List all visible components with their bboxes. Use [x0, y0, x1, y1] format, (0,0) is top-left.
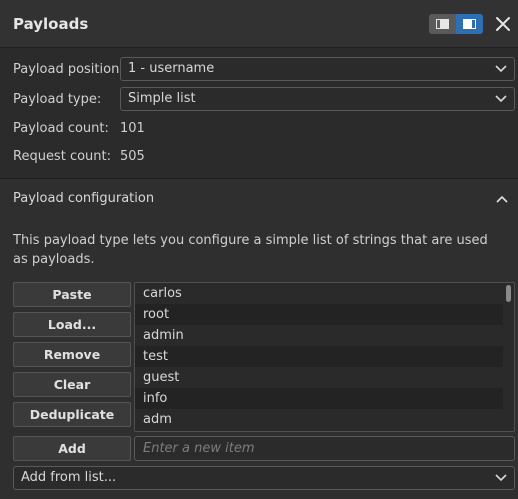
section-description: This payload type lets you configure a s…	[13, 233, 488, 267]
payload-position-label: Payload position:	[13, 62, 124, 77]
add-from-list-select[interactable]: Add from list...	[13, 466, 515, 490]
payload-list[interactable]: carlos root admin test guest info adm	[134, 282, 515, 432]
layout-left-toggle[interactable]	[429, 14, 456, 34]
layout-toggle[interactable]	[429, 14, 483, 34]
panel-title: Payloads	[13, 15, 89, 33]
payload-type-value: Simple list	[128, 91, 196, 106]
list-item[interactable]: carlos	[135, 283, 503, 304]
request-count-label: Request count:	[13, 149, 111, 164]
payload-count-value: 101	[120, 121, 145, 136]
payload-position-select[interactable]: 1 - username	[120, 57, 515, 81]
clear-button[interactable]: Clear	[13, 372, 131, 397]
remove-button[interactable]: Remove	[13, 342, 131, 367]
chevron-down-icon	[495, 474, 507, 482]
list-scrollbar[interactable]	[504, 283, 513, 431]
payload-count-label: Payload count:	[13, 121, 109, 136]
deduplicate-button[interactable]: Deduplicate	[13, 402, 131, 427]
list-scrollbar-thumb[interactable]	[506, 285, 511, 302]
add-button[interactable]: Add	[13, 436, 131, 461]
chevron-up-icon[interactable]	[496, 195, 508, 205]
list-item[interactable]: test	[135, 346, 503, 367]
add-from-list-label: Add from list...	[21, 470, 117, 485]
payload-type-select[interactable]: Simple list	[120, 87, 515, 111]
request-count-value: 505	[120, 149, 145, 164]
layout-left-icon	[436, 19, 449, 29]
chevron-down-icon	[495, 65, 507, 73]
layout-right-icon	[463, 19, 476, 29]
close-icon	[496, 17, 510, 31]
payload-type-label: Payload type:	[13, 92, 102, 107]
paste-button[interactable]: Paste	[13, 282, 131, 307]
new-item-placeholder: Enter a new item	[143, 441, 255, 456]
chevron-down-icon	[495, 95, 507, 103]
list-item[interactable]: admin	[135, 325, 503, 346]
payloads-header: Payloads	[0, 0, 518, 48]
new-item-input[interactable]: Enter a new item	[134, 436, 515, 461]
load-button[interactable]: Load...	[13, 312, 131, 337]
list-item[interactable]: info	[135, 388, 503, 409]
list-item[interactable]: guest	[135, 367, 503, 388]
close-button[interactable]	[492, 13, 514, 35]
payload-position-value: 1 - username	[128, 61, 215, 76]
layout-right-toggle[interactable]	[456, 14, 483, 34]
list-item[interactable]: root	[135, 304, 503, 325]
list-item[interactable]: adm	[135, 409, 503, 430]
section-title: Payload configuration	[13, 191, 155, 206]
